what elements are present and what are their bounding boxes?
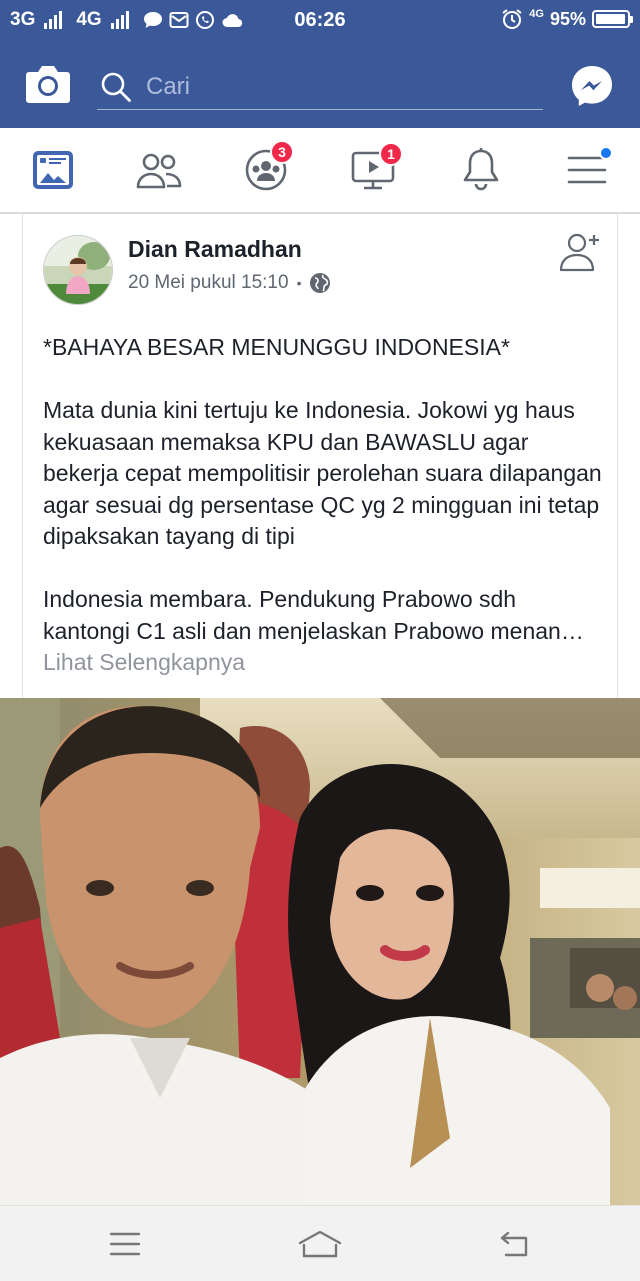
search-icon [100,71,132,103]
post-author-name[interactable]: Dian Ramadhan [128,236,302,263]
alarm-icon [501,8,523,30]
feed-post: Dian Ramadhan 20 Mei pukul 15:10 • *BAHA… [22,214,618,698]
back-button[interactable] [490,1224,540,1264]
post-meta: 20 Mei pukul 15:10 • [128,272,331,294]
menu-notification-dot [599,146,613,160]
recent-apps-icon [109,1232,141,1256]
network-type-3: 4G [529,8,544,20]
friends-icon [136,153,182,189]
news-feed-icon [33,151,73,189]
post-paragraph: Mata dunia kini tertuju ke Indonesia. Jo… [43,397,602,549]
post-paragraph: Indonesia membara. Pendukung Prabowo sdh… [43,584,603,679]
post-paragraph-text: Indonesia membara. Pendukung Prabowo sdh… [43,586,584,644]
post-timestamp[interactable]: 20 Mei pukul 15:10 [128,272,289,294]
tab-menu[interactable] [557,142,617,198]
battery-percent: 95% [549,8,586,29]
messenger-icon[interactable] [570,64,614,108]
avatar[interactable] [43,235,113,305]
tab-news-feed[interactable] [23,142,83,198]
bell-icon [463,148,499,191]
post-photo[interactable] [0,698,640,1205]
system-navigation-bar [0,1205,640,1281]
home-icon [298,1230,342,1258]
camera-icon[interactable] [25,63,71,105]
search-box[interactable] [97,65,543,110]
groups-badge: 3 [270,140,294,164]
tab-groups[interactable]: 3 [236,140,296,198]
home-button[interactable] [295,1224,345,1264]
tab-notifications[interactable] [451,142,511,198]
meta-separator: • [296,275,302,291]
tab-watch[interactable]: 1 [343,142,403,198]
globe-icon [310,273,331,293]
back-icon [500,1231,528,1257]
add-friend-icon[interactable] [559,230,603,274]
battery-icon [592,10,633,28]
recent-apps-button[interactable] [100,1224,150,1264]
search-input[interactable] [144,72,528,102]
watch-badge: 1 [379,142,403,166]
main-nav: 3 1 [0,128,640,214]
post-headline: *BAHAYA BESAR MENUNGGU INDONESIA* [43,334,510,360]
status-bar: 3G 4G 06:26 4G 95% [0,0,640,42]
top-bar [0,42,640,128]
see-more-link[interactable]: Lihat Selengkapnya [43,649,245,675]
post-body: *BAHAYA BESAR MENUNGGU INDONESIA* Mata d… [43,332,603,679]
tab-friends[interactable] [129,142,189,198]
